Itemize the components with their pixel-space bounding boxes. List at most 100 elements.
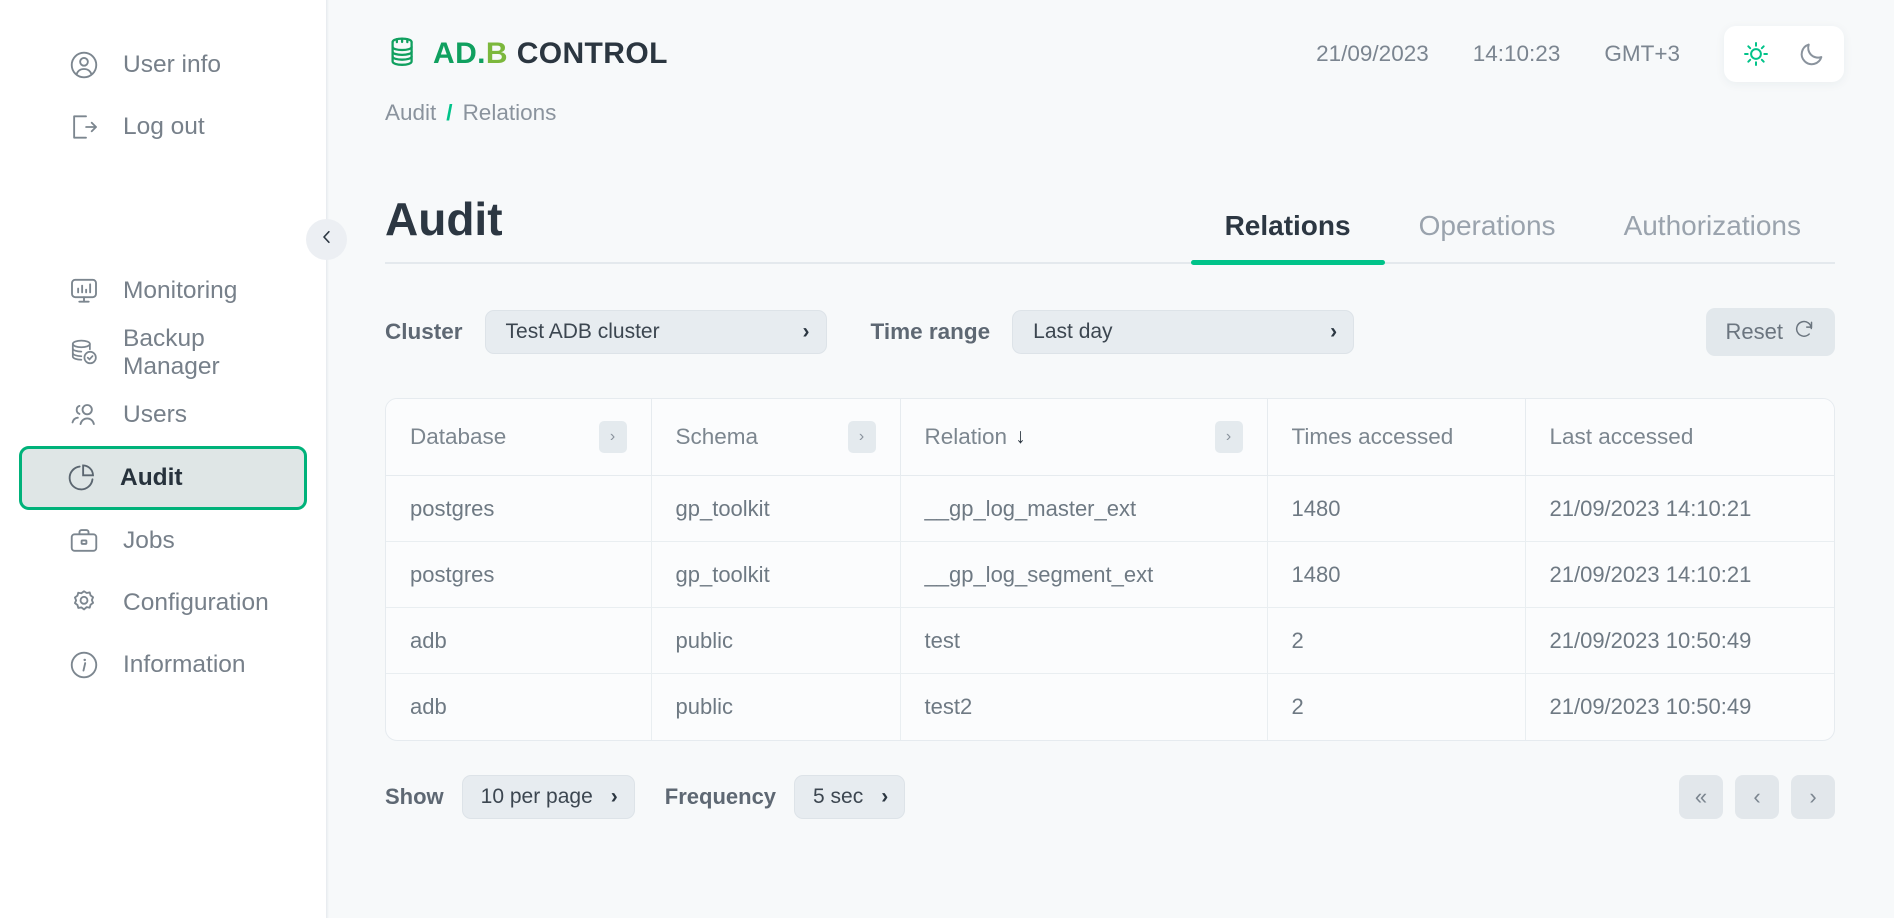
cell-last-accessed: 21/09/2023 14:10:21 [1525,541,1834,608]
breadcrumb-current: Relations [462,100,557,125]
cell-schema: public [651,673,901,740]
app-root: User info Log out Monitoring Backup Mana… [0,0,1894,918]
cell-schema: gp_toolkit [651,541,901,608]
sidebar-item-label: Information [123,651,246,678]
frequency-select[interactable]: 5 sec › [794,774,906,819]
chevron-right-icon: › [610,784,618,808]
sidebar-item-label: User info [123,51,222,78]
sidebar-item-user-info[interactable]: User info [22,34,304,96]
time-range-select-value: Last day [1033,320,1113,343]
sidebar-item-label: Configuration [123,589,269,616]
column-label: Times accessed [1291,424,1454,449]
column-label: Last accessed [1549,424,1694,449]
column-header-schema: Schema › [651,399,901,476]
sun-icon[interactable] [1734,34,1778,74]
cell-times-accessed: 2 [1267,607,1526,674]
page-header: Audit Relations Operations Authorization… [385,172,1835,265]
cell-relation: __gp_log_master_ext [900,475,1268,542]
page-size-value: 10 per page [480,784,593,808]
column-filter-button-relation[interactable]: › [1214,421,1243,453]
theme-toggle[interactable] [1724,26,1844,82]
breadcrumb-root[interactable]: Audit [385,100,436,126]
app-logo[interactable]: AD.B CONTROL [385,33,668,76]
column-filter-button-schema[interactable]: › [847,421,876,453]
logout-icon [67,110,101,144]
cell-relation: test2 [900,673,1268,740]
chevrons-left-icon: « [1694,783,1708,809]
tab-operations[interactable]: Operations [1385,210,1590,262]
cell-database: postgres [386,475,652,542]
column-filter-button-database[interactable]: › [598,421,627,453]
cell-last-accessed: 21/09/2023 10:50:49 [1525,607,1834,674]
monitor-chart-icon [67,274,101,308]
cell-database: postgres [386,541,652,608]
frequency-value: 5 sec [813,784,864,808]
tab-relations[interactable]: Relations [1190,210,1385,265]
pagination: « ‹ › [1679,774,1835,819]
pagination-first-button[interactable]: « [1679,774,1723,819]
sidebar-item-users[interactable]: Users [22,384,304,446]
show-label: Show [385,783,444,809]
cell-last-accessed: 21/09/2023 10:50:49 [1549,693,1752,719]
cell-database: adb [386,673,652,740]
sidebar-item-information[interactable]: Information [22,634,304,696]
current-timezone: GMT+3 [1604,41,1680,66]
sidebar-item-jobs[interactable]: Jobs [22,510,304,572]
arrow-down-icon[interactable]: ↓ [1015,425,1026,449]
cell-schema: public [651,607,901,674]
chevron-left-icon [318,228,336,251]
users-icon [67,398,101,432]
sidebar-collapse-button[interactable] [306,219,347,260]
topbar-right: 21/09/2023 14:10:23 GMT+3 [1294,26,1844,82]
sidebar-item-label: Backup Manager [123,325,220,380]
cell-schema: gp_toolkit [651,475,901,542]
column-label: Database [410,424,507,449]
table-row[interactable]: postgres gp_toolkit __gp_log_segment_ext… [386,541,1834,608]
content-edge-shadow [326,0,329,918]
user-circle-icon [67,48,101,82]
page-title: Audit [385,193,503,245]
logo-text-part3: CONTROL [507,37,668,70]
moon-icon[interactable] [1790,34,1834,74]
chevron-left-icon: ‹ [1753,783,1761,809]
reset-button[interactable]: Reset [1705,308,1835,356]
database-stack-icon [385,33,423,76]
tab-authorizations[interactable]: Authorizations [1590,210,1835,262]
refresh-icon [1793,318,1815,346]
chevron-right-icon: › [802,320,810,343]
chevron-right-icon: › [1809,783,1817,809]
pagination-next-button[interactable]: › [1791,774,1835,819]
breadcrumb-separator: / [446,100,453,125]
column-label: Relation [924,424,1008,449]
page-size-select[interactable]: 10 per page › [461,774,635,819]
main-content: AD.B CONTROL 21/09/2023 14:10:23 GMT+3 A… [326,0,1894,918]
cell-times-accessed: 1480 [1267,541,1526,608]
cluster-select[interactable]: Test ADB cluster › [484,310,827,354]
pie-chart-icon [64,461,98,495]
column-header-database: Database › [386,399,652,476]
sidebar-item-backup-manager[interactable]: Backup Manager [22,322,304,384]
chevron-right-icon: › [1330,320,1338,343]
table-row[interactable]: adb public test2 2 21/09/2023 10:50:49 [386,673,1834,740]
logo-text-part2: B [485,37,508,70]
table-row[interactable]: adb public test 2 21/09/2023 10:50:49 [386,607,1834,674]
sidebar-item-monitoring[interactable]: Monitoring [22,260,304,322]
sidebar-item-configuration[interactable]: Configuration [22,572,304,634]
column-header-last-accessed: Last accessed [1525,399,1834,476]
time-range-select[interactable]: Last day › [1012,310,1355,354]
chevron-right-icon: › [881,784,889,808]
current-date: 21/09/2023 [1316,41,1429,66]
table-header-row: Database › Schema › Relation ↓ › Times a… [386,399,1834,476]
sidebar-item-audit[interactable]: Audit [19,446,307,510]
audit-table: Database › Schema › Relation ↓ › Times a… [385,398,1835,741]
table-row[interactable]: postgres gp_toolkit __gp_log_master_ext … [386,475,1834,542]
briefcase-icon [67,524,101,558]
cell-relation: test [900,607,1268,674]
sidebar-item-log-out[interactable]: Log out [22,96,304,158]
database-check-icon [67,336,101,370]
cell-times-accessed: 2 [1267,673,1526,740]
gear-icon [67,586,101,620]
info-circle-icon [67,648,101,682]
logo-text: AD.B CONTROL [433,37,668,71]
pagination-prev-button[interactable]: ‹ [1735,774,1779,819]
